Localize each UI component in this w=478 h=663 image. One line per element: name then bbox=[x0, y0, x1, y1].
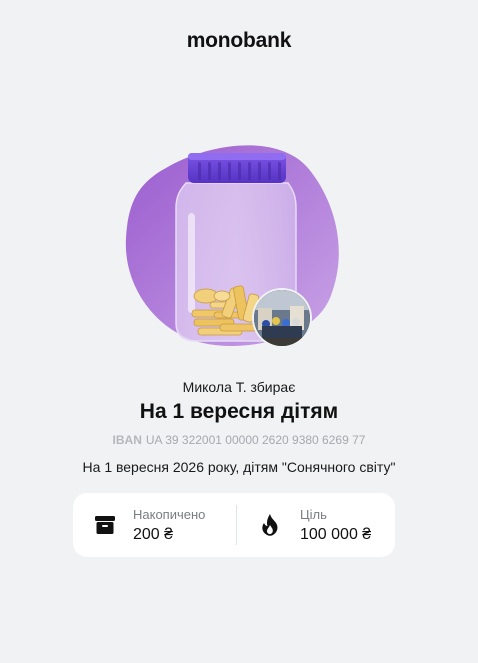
jar-illustration bbox=[118, 138, 350, 366]
accumulated-stat: Накопичено 200 ₴ bbox=[73, 493, 236, 557]
accumulated-value: 200 ₴ bbox=[133, 525, 174, 543]
jar-description: На 1 вересня 2026 року, дітям "Сонячного… bbox=[82, 459, 396, 475]
avatar bbox=[254, 290, 310, 346]
iban-label: IBAN bbox=[112, 433, 142, 447]
collector-name: Микола Т. збирає bbox=[182, 379, 296, 395]
monobank-logo: monobank bbox=[186, 29, 292, 52]
archive-box-icon bbox=[94, 514, 116, 536]
iban-line[interactable]: IBAN UA 39 322001 00000 2620 9380 6269 77 bbox=[0, 433, 478, 447]
goal-label: Ціль bbox=[300, 506, 327, 522]
jar-title: На 1 вересня дітям bbox=[139, 400, 339, 423]
goal-stat: Ціль 100 000 ₴ bbox=[237, 493, 395, 557]
goal-value: 100 000 ₴ bbox=[300, 525, 372, 543]
stats-card: Накопичено 200 ₴ Ціль 100 000 ₴ bbox=[73, 493, 395, 557]
iban-value: UA 39 322001 00000 2620 9380 6269 77 bbox=[145, 433, 366, 447]
accumulated-label: Накопичено bbox=[133, 506, 206, 522]
flame-icon bbox=[259, 514, 281, 536]
